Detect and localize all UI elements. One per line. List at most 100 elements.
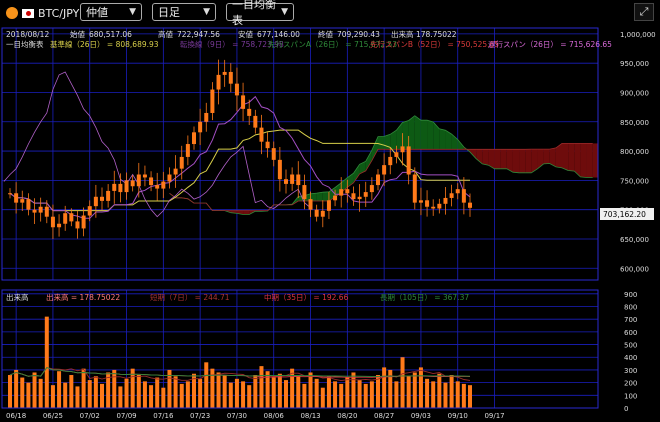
candle-body — [455, 189, 460, 194]
cloud-segment — [433, 122, 440, 150]
volume-bar — [277, 373, 282, 408]
cloud-segment — [378, 136, 385, 150]
volume-bar — [412, 372, 417, 408]
date-tick-label: 07/09 — [116, 412, 136, 420]
open-label: 始値 — [70, 29, 85, 39]
volume-bar — [112, 369, 117, 408]
info-date: 2018/08/12 — [6, 30, 49, 39]
candle-body — [461, 189, 466, 203]
volume-bar — [69, 375, 74, 408]
candle-body — [314, 209, 319, 217]
senkou-b-legend: 先行スパンB（52日） = 750,525.65 — [370, 39, 499, 49]
volume-bar — [320, 387, 325, 408]
cloud-segment — [408, 115, 415, 150]
volume-bar — [124, 378, 129, 408]
tenkan-line — [9, 95, 471, 219]
volume-value: 178.75022 — [416, 30, 457, 39]
candle-body — [369, 185, 374, 193]
date-tick-label: 09/03 — [411, 412, 431, 420]
cloud-segment — [586, 143, 593, 178]
candle-body — [320, 210, 325, 217]
volume-bar — [425, 378, 430, 408]
volume-bar — [302, 383, 307, 408]
candle-body — [406, 146, 411, 175]
candle-body — [87, 206, 92, 216]
price-tick-label: 1,000,000 — [620, 31, 656, 39]
cloud-segment — [506, 149, 513, 173]
candle-body — [308, 199, 313, 210]
volume-bar — [38, 378, 43, 408]
volume-bar — [204, 362, 209, 408]
cloud-segment — [322, 191, 329, 201]
volume-bar — [326, 376, 331, 408]
candle-body — [118, 183, 123, 193]
high-value: 722,947.56 — [177, 30, 220, 39]
chikou-legend: 遅行スパン（26日） = 715,626.65 — [488, 39, 612, 49]
candle-body — [241, 95, 246, 109]
cloud-segment — [568, 143, 575, 172]
volume-bar — [259, 366, 264, 408]
date-tick-label: 09/17 — [484, 412, 504, 420]
volume-bar — [382, 367, 387, 408]
volume-bar — [216, 372, 221, 408]
candle-body — [93, 196, 98, 207]
candle-body — [326, 200, 331, 211]
ichimoku-title: 一目均衡表 — [6, 39, 44, 49]
candle-body — [412, 174, 417, 203]
volume-tick-label: 700 — [624, 316, 637, 324]
volume-bar — [149, 385, 154, 408]
candle-body — [173, 168, 178, 175]
volume-tick-label: 400 — [624, 354, 637, 362]
candle-body — [449, 193, 454, 198]
volume-bar — [437, 373, 442, 408]
date-tick-label: 08/13 — [300, 412, 320, 420]
candle-body — [69, 213, 74, 222]
candle-body — [400, 146, 405, 153]
date-tick-label: 06/25 — [43, 412, 63, 420]
candle-body — [142, 174, 147, 178]
cloud-segment — [494, 149, 501, 169]
date-tick-label: 07/23 — [190, 412, 210, 420]
volume-bar — [93, 376, 98, 408]
volume-tick-label: 500 — [624, 342, 637, 350]
chart-area[interactable]: 1,000,000 950,000 900,000 850,000 800,000 750… — [0, 0, 660, 422]
candle-body — [431, 206, 436, 209]
volume-legend: 出来高 = 178.75022 — [46, 292, 120, 302]
volume-bar — [247, 385, 252, 408]
open-value: 680,517.06 — [89, 30, 132, 39]
cloud-segment — [500, 149, 507, 169]
volume-bar — [32, 372, 37, 408]
volume-bar — [296, 375, 301, 408]
volume-bar — [357, 380, 362, 408]
volume-bar — [234, 378, 239, 408]
volume-bar — [8, 375, 12, 408]
volume-bar — [173, 376, 178, 408]
candle-body — [44, 206, 49, 217]
volume-bar — [185, 381, 190, 408]
volume-bar — [222, 375, 227, 408]
volume-bar — [57, 371, 62, 408]
low-value: 677,146.00 — [257, 30, 300, 39]
candle-body — [112, 183, 117, 191]
candle-body — [32, 209, 37, 213]
date-tick-label: 07/02 — [80, 412, 100, 420]
volume-title: 出来高 — [6, 292, 29, 302]
cloud-segment — [365, 150, 372, 171]
volume-bar — [179, 383, 184, 408]
cloud-segment — [243, 210, 250, 215]
candle-body — [149, 177, 154, 186]
volume-bar — [290, 368, 295, 408]
low-label: 安値 — [238, 29, 253, 39]
candle-body — [63, 213, 68, 224]
candle-body — [75, 221, 80, 229]
candle-body — [210, 89, 215, 113]
volume-bar — [284, 380, 288, 408]
volume-bar — [100, 383, 104, 408]
close-label: 終値 — [318, 29, 333, 39]
candle-body — [271, 148, 276, 160]
volume-tick-label: 200 — [624, 380, 637, 388]
candle-body — [228, 71, 233, 84]
volume-bar — [26, 382, 31, 408]
volume-bar — [406, 376, 411, 408]
cloud-segment — [420, 120, 428, 150]
